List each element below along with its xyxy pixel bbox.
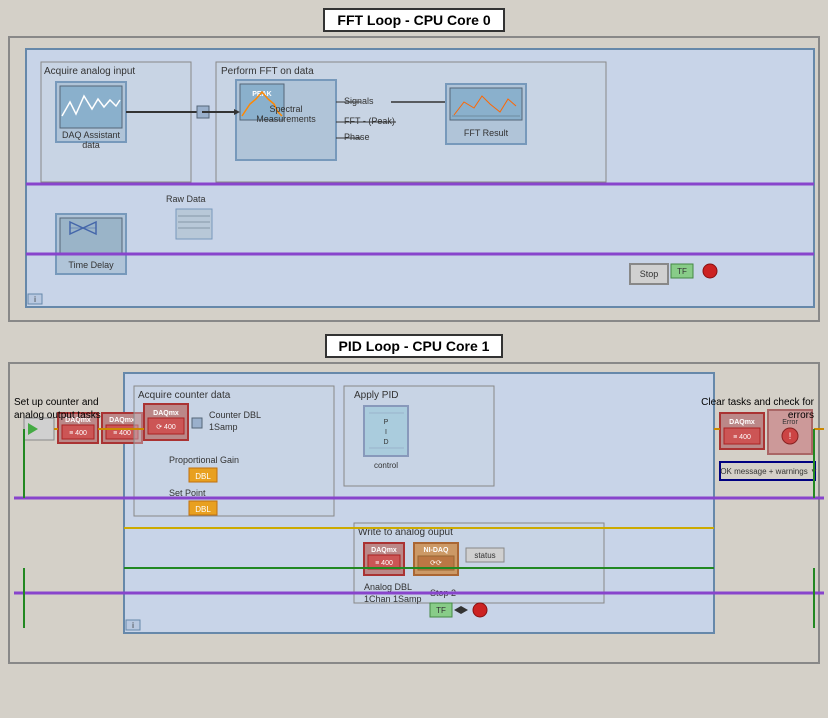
svg-text:!: !	[789, 431, 792, 441]
svg-text:Measurements: Measurements	[256, 114, 316, 124]
svg-text:Acquire counter data: Acquire counter data	[138, 390, 231, 401]
svg-text:Analog DBL: Analog DBL	[364, 582, 412, 592]
svg-text:D: D	[383, 439, 388, 446]
svg-text:TF: TF	[677, 267, 687, 276]
svg-text:TF: TF	[436, 606, 446, 615]
setup-label: Set up counter and analog output tasks	[14, 396, 124, 422]
svg-text:1Chan 1Samp: 1Chan 1Samp	[364, 594, 422, 604]
svg-text:≡ 400: ≡ 400	[375, 560, 393, 567]
svg-text:DAQmx: DAQmx	[153, 410, 179, 417]
svg-text:DBL: DBL	[195, 472, 211, 481]
svg-text:i: i	[132, 621, 134, 630]
pid-title: PID Loop - CPU Core 1	[325, 334, 504, 358]
svg-text:≡ 400: ≡ 400	[733, 434, 751, 441]
svg-text:Apply PID: Apply PID	[354, 390, 398, 401]
svg-text:I: I	[385, 429, 387, 436]
svg-text:P: P	[384, 419, 389, 426]
svg-text:FFT Result: FFT Result	[464, 128, 509, 138]
svg-text:Time Delay: Time Delay	[68, 260, 114, 270]
fft-section: FFT Loop - CPU Core 0 i Acquire analog i…	[8, 8, 820, 322]
clear-label: Clear tasks and check for errors	[684, 396, 814, 422]
svg-text:Counter DBL: Counter DBL	[209, 410, 261, 420]
svg-text:i: i	[34, 295, 36, 304]
svg-text:control: control	[374, 461, 398, 470]
pid-section: PID Loop - CPU Core 1 Set up counter and…	[8, 334, 820, 664]
svg-text:Signals: Signals	[344, 96, 374, 106]
svg-text:⟳⟳: ⟳⟳	[430, 560, 442, 567]
svg-text:data: data	[82, 140, 100, 150]
svg-text:Raw Data: Raw Data	[166, 194, 206, 204]
svg-text:Spectral: Spectral	[269, 104, 302, 114]
svg-text:Stop: Stop	[640, 269, 659, 279]
svg-text:FFT - (Peak): FFT - (Peak)	[344, 116, 395, 126]
svg-text:⟳ 400: ⟳ 400	[156, 424, 176, 431]
svg-text:Proportional Gain: Proportional Gain	[169, 455, 239, 465]
main-container: FFT Loop - CPU Core 0 i Acquire analog i…	[8, 8, 820, 664]
svg-text:OK message + warnings: OK message + warnings	[720, 467, 807, 476]
fft-diagram: i Acquire analog input DAQ Assistant dat…	[16, 44, 826, 314]
svg-text:DBL: DBL	[195, 505, 211, 514]
svg-text:DAQmx: DAQmx	[371, 547, 397, 554]
svg-text:Acquire analog input: Acquire analog input	[44, 66, 135, 77]
fft-title: FFT Loop - CPU Core 0	[323, 8, 504, 32]
svg-text:≡ 400: ≡ 400	[69, 430, 87, 437]
svg-text:1Samp: 1Samp	[209, 422, 238, 432]
svg-text:status: status	[474, 551, 495, 560]
svg-text:≡ 400: ≡ 400	[113, 430, 131, 437]
svg-text:Phase: Phase	[344, 132, 370, 142]
svg-text:DAQ Assistant: DAQ Assistant	[62, 130, 121, 140]
svg-text:NI-DAQ: NI-DAQ	[424, 547, 449, 554]
svg-text:Perform FFT on data: Perform FFT on data	[221, 66, 314, 77]
